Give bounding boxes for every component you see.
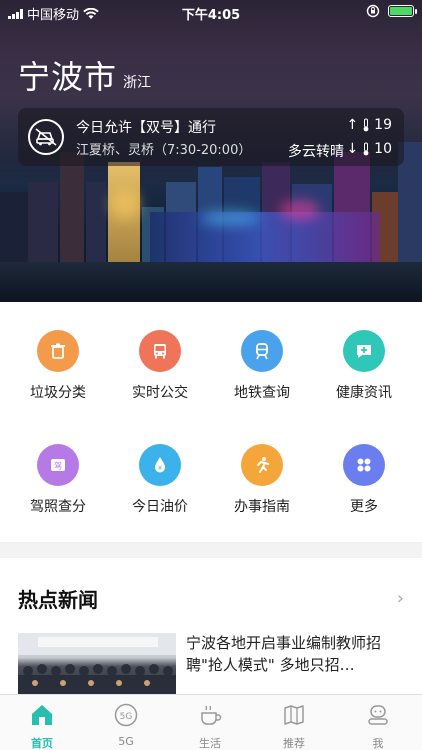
news-thumbnail[interactable] bbox=[18, 633, 176, 694]
temp-high-value: 19 bbox=[374, 117, 392, 133]
thermometer-icon bbox=[363, 142, 369, 156]
status-right bbox=[366, 4, 417, 18]
service-label: 驾照查分 bbox=[30, 499, 86, 515]
section-title: 热点新闻 bbox=[18, 588, 98, 612]
service-guide[interactable]: 办事指南 bbox=[212, 444, 312, 516]
tab-me[interactable]: 我 bbox=[348, 701, 408, 750]
thermometer-icon bbox=[363, 118, 369, 132]
service-realtime-bus[interactable]: 实时公交 bbox=[110, 330, 210, 402]
service-license-points[interactable]: 驾 驾照查分 bbox=[8, 444, 108, 516]
map-icon bbox=[264, 701, 324, 729]
province-name: 浙江 bbox=[123, 75, 151, 91]
service-label: 垃圾分类 bbox=[30, 385, 86, 401]
service-trash-sorting[interactable]: 垃圾分类 bbox=[8, 330, 108, 402]
runner-icon bbox=[241, 444, 283, 486]
tab-label: 首页 bbox=[31, 737, 53, 750]
chevron-right-icon[interactable]: › bbox=[397, 588, 404, 609]
rotation-lock-icon bbox=[366, 4, 380, 18]
traffic-rule-text: 今日允许【双号】通行 bbox=[76, 120, 216, 136]
svg-text:驾: 驾 bbox=[54, 461, 62, 471]
svg-text:5G: 5G bbox=[120, 712, 133, 722]
service-more[interactable]: 更多 bbox=[314, 444, 414, 516]
service-label: 地铁查询 bbox=[234, 385, 290, 401]
services-grid: 垃圾分类 实时公交 地铁查询 健康资讯 驾 驾照查分 ¥ 今日油价 办事指南 更… bbox=[0, 302, 422, 542]
service-label: 实时公交 bbox=[132, 385, 188, 401]
service-label: 健康资讯 bbox=[336, 385, 392, 401]
news-headline[interactable]: 宁波各地开启事业编制教师招聘"抢人模式" 多地只招… bbox=[186, 632, 406, 676]
hot-news-section: 热点新闻 › 宁波各地开启事业编制教师招聘"抢人模式" 多地只招… bbox=[0, 558, 422, 694]
service-oil-price[interactable]: ¥ 今日油价 bbox=[110, 444, 210, 516]
svg-text:¥: ¥ bbox=[158, 465, 162, 472]
more-icon bbox=[343, 444, 385, 486]
temp-low: ↓ 10 bbox=[346, 141, 392, 157]
tab-label: 5G bbox=[118, 735, 134, 748]
car-restriction-icon bbox=[28, 119, 64, 155]
tab-label: 生活 bbox=[199, 737, 221, 750]
tab-label: 我 bbox=[372, 737, 384, 750]
battery-icon bbox=[388, 5, 417, 17]
service-subway[interactable]: 地铁查询 bbox=[212, 330, 312, 402]
temp-low-value: 10 bbox=[374, 141, 392, 157]
weather-text: 多云转晴 bbox=[288, 144, 344, 160]
arrow-up-icon: ↑ bbox=[346, 117, 359, 133]
tab-life[interactable]: 生活 bbox=[180, 701, 240, 750]
service-label: 今日油价 bbox=[132, 499, 188, 515]
home-icon bbox=[12, 701, 72, 729]
tab-label: 推荐 bbox=[283, 737, 305, 750]
trash-icon bbox=[37, 330, 79, 372]
bus-icon bbox=[139, 330, 181, 372]
service-label: 更多 bbox=[350, 499, 378, 515]
tab-bar: 首页 5G 5G 生活 推荐 我 bbox=[0, 694, 422, 750]
service-health-info[interactable]: 健康资讯 bbox=[314, 330, 414, 402]
temp-high: ↑ 19 bbox=[346, 117, 392, 133]
coffee-icon bbox=[180, 701, 240, 729]
tab-home[interactable]: 首页 bbox=[12, 701, 72, 750]
subway-icon bbox=[241, 330, 283, 372]
license-icon: 驾 bbox=[37, 444, 79, 486]
tab-5g[interactable]: 5G 5G bbox=[96, 701, 156, 748]
clock: 下午4:05 bbox=[181, 8, 241, 23]
arrow-down-icon: ↓ bbox=[346, 141, 359, 157]
profile-icon bbox=[348, 701, 408, 729]
traffic-weather-card[interactable]: 今日允许【双号】通行 江夏桥、灵桥（7:30-20:00） ↑ 19 多云转晴 … bbox=[18, 108, 404, 166]
oil-icon: ¥ bbox=[139, 444, 181, 486]
5g-icon: 5G bbox=[96, 701, 156, 729]
tab-recommend[interactable]: 推荐 bbox=[264, 701, 324, 750]
status-bar: 中国移动 下午4:05 bbox=[0, 0, 422, 23]
service-label: 办事指南 bbox=[234, 499, 290, 515]
restricted-bridges-text: 江夏桥、灵桥（7:30-20:00） bbox=[76, 143, 252, 158]
health-icon bbox=[343, 330, 385, 372]
city-name[interactable]: 宁波市 bbox=[18, 52, 117, 98]
